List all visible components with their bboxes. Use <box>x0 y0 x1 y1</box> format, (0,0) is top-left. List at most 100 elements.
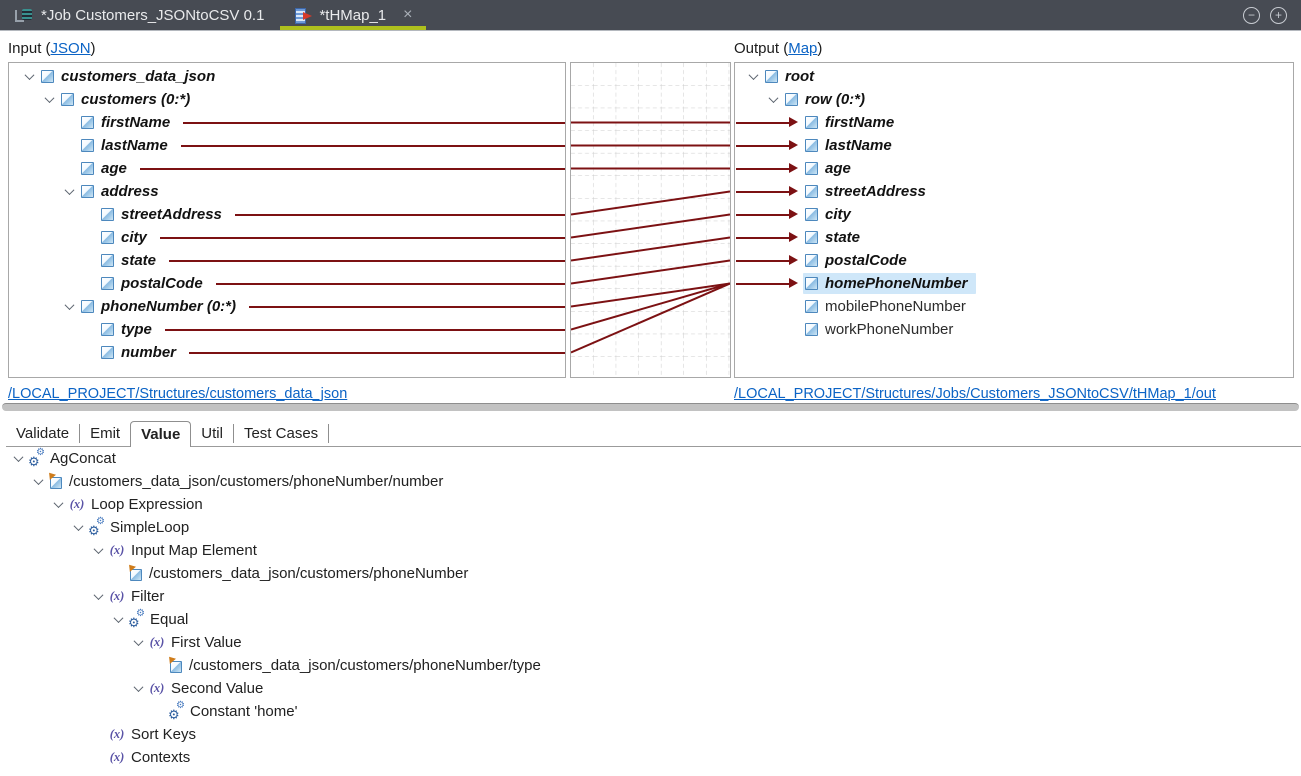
expression-row-constant-home[interactable]: ⚙⚙Constant 'home' <box>0 700 1301 723</box>
input-row-lastname[interactable]: lastName <box>9 134 565 157</box>
mapping-line[interactable] <box>189 352 565 354</box>
output-row-city[interactable]: city <box>735 203 1293 226</box>
element-icon <box>81 116 94 129</box>
mapping-arrow[interactable] <box>736 191 789 193</box>
input-row-customers-data-json[interactable]: customers_data_json <box>9 65 565 88</box>
expression-label: /customers_data_json/customers/phoneNumb… <box>149 565 468 582</box>
maximize-button[interactable]: + <box>1270 7 1287 24</box>
input-row-age[interactable]: age <box>9 157 565 180</box>
output-row-row-0[interactable]: row (0:*) <box>735 88 1293 111</box>
mapping-line[interactable] <box>235 214 565 216</box>
expression-row-sort-keys[interactable]: (x)Sort Keys <box>0 723 1301 746</box>
expression-row-loop-expression[interactable]: (x)Loop Expression <box>0 493 1301 516</box>
mapping-line[interactable] <box>216 283 565 285</box>
output-row-mobilephonenumber[interactable]: mobilePhoneNumber <box>735 295 1293 318</box>
tab-thmap-1[interactable]: *tHMap_1 × <box>279 0 427 30</box>
chevron-down-icon[interactable] <box>743 73 763 80</box>
gears-icon: ⚙⚙ <box>168 704 185 719</box>
chevron-down-icon[interactable] <box>68 524 88 531</box>
close-icon[interactable]: × <box>403 7 412 23</box>
output-row-root[interactable]: root <box>735 65 1293 88</box>
mapping-line[interactable] <box>165 329 565 331</box>
element-icon <box>101 254 114 267</box>
chevron-down-icon[interactable] <box>88 547 108 554</box>
input-row-postalcode[interactable]: postalCode <box>9 272 565 295</box>
mapping-line[interactable] <box>140 168 565 170</box>
tab-value[interactable]: Value <box>130 421 191 447</box>
expression-row-contexts[interactable]: (x)Contexts <box>0 746 1301 769</box>
element-icon <box>765 70 778 83</box>
tab-validate[interactable]: Validate <box>6 423 79 444</box>
expression-row-input-map-element[interactable]: (x)Input Map Element <box>0 539 1301 562</box>
element-icon <box>101 323 114 336</box>
input-row-address[interactable]: address <box>9 180 565 203</box>
input-row-city[interactable]: city <box>9 226 565 249</box>
mapped-path-icon <box>48 475 64 489</box>
output-row-state[interactable]: state <box>735 226 1293 249</box>
input-format-link[interactable]: JSON <box>51 40 91 57</box>
chevron-down-icon[interactable] <box>108 616 128 623</box>
expression-row-customers-data-json-customers-phonenumber-type[interactable]: /customers_data_json/customers/phoneNumb… <box>0 654 1301 677</box>
mapping-line[interactable] <box>181 145 565 147</box>
input-row-phonenumber-0[interactable]: phoneNumber (0:*) <box>9 295 565 318</box>
output-row-firstname[interactable]: firstName <box>735 111 1293 134</box>
chevron-down-icon[interactable] <box>59 188 79 195</box>
input-row-streetaddress[interactable]: streetAddress <box>9 203 565 226</box>
chevron-down-icon[interactable] <box>88 593 108 600</box>
element-icon <box>101 277 114 290</box>
mapping-line[interactable] <box>183 122 565 124</box>
chevron-down-icon[interactable] <box>48 501 68 508</box>
input-row-customers-0[interactable]: customers (0:*) <box>9 88 565 111</box>
expression-row-equal[interactable]: ⚙⚙Equal <box>0 608 1301 631</box>
thmap-tab-label: *tHMap_1 <box>319 7 386 24</box>
output-row-homephonenumber[interactable]: homePhoneNumber <box>735 272 1293 295</box>
output-row-lastname[interactable]: lastName <box>735 134 1293 157</box>
mapping-arrow[interactable] <box>736 283 789 285</box>
input-row-firstname[interactable]: firstName <box>9 111 565 134</box>
input-row-type[interactable]: type <box>9 318 565 341</box>
tab-emit[interactable]: Emit <box>80 423 130 444</box>
mapping-arrow[interactable] <box>736 237 789 239</box>
tab-util[interactable]: Util <box>191 423 233 444</box>
mapping-arrow[interactable] <box>736 214 789 216</box>
chevron-down-icon[interactable] <box>28 478 48 485</box>
mapping-arrow[interactable] <box>736 145 789 147</box>
chevron-down-icon[interactable] <box>128 685 148 692</box>
expression-label: Sort Keys <box>131 726 196 743</box>
output-row-workphonenumber[interactable]: workPhoneNumber <box>735 318 1293 341</box>
output-format-link[interactable]: Map <box>788 40 817 57</box>
tree-item-label: city <box>825 206 851 223</box>
mapping-line[interactable] <box>249 306 565 308</box>
chevron-down-icon[interactable] <box>59 303 79 310</box>
input-row-state[interactable]: state <box>9 249 565 272</box>
input-structure-link[interactable]: /LOCAL_PROJECT/Structures/customers_data… <box>8 386 347 402</box>
expression-row-first-value[interactable]: (x)First Value <box>0 631 1301 654</box>
mapping-line[interactable] <box>160 237 565 239</box>
expression-row-second-value[interactable]: (x)Second Value <box>0 677 1301 700</box>
expression-row-customers-data-json-customers-phonenumber-number[interactable]: /customers_data_json/customers/phoneNumb… <box>0 470 1301 493</box>
output-row-postalcode[interactable]: postalCode <box>735 249 1293 272</box>
tab-test-cases[interactable]: Test Cases <box>234 423 328 444</box>
chevron-down-icon[interactable] <box>8 455 28 462</box>
mapping-arrow[interactable] <box>736 168 789 170</box>
chevron-down-icon[interactable] <box>39 96 59 103</box>
output-structure-link[interactable]: /LOCAL_PROJECT/Structures/Jobs/Customers… <box>734 386 1216 402</box>
chevron-down-icon[interactable] <box>763 96 783 103</box>
expression-row-simpleloop[interactable]: ⚙⚙SimpleLoop <box>0 516 1301 539</box>
horizontal-splitter[interactable] <box>2 403 1299 411</box>
output-row-age[interactable]: age <box>735 157 1293 180</box>
output-row-streetaddress[interactable]: streetAddress <box>735 180 1293 203</box>
input-row-number[interactable]: number <box>9 341 565 364</box>
mapping-arrow[interactable] <box>736 260 789 262</box>
chevron-down-icon[interactable] <box>128 639 148 646</box>
minimize-button[interactable]: − <box>1243 7 1260 24</box>
tree-item-label: firstName <box>825 114 894 131</box>
expression-row-customers-data-json-customers-phonenumber[interactable]: /customers_data_json/customers/phoneNumb… <box>0 562 1301 585</box>
chevron-down-icon[interactable] <box>19 73 39 80</box>
expression-row-agconcat[interactable]: ⚙⚙AgConcat <box>0 447 1301 470</box>
mapping-line[interactable] <box>169 260 565 262</box>
tab-job-customers-jsontocsv[interactable]: *Job Customers_JSONtoCSV 0.1 <box>0 0 279 30</box>
mapping-arrow[interactable] <box>736 122 789 124</box>
output-heading-suffix: ) <box>817 40 822 57</box>
expression-row-filter[interactable]: (x)Filter <box>0 585 1301 608</box>
